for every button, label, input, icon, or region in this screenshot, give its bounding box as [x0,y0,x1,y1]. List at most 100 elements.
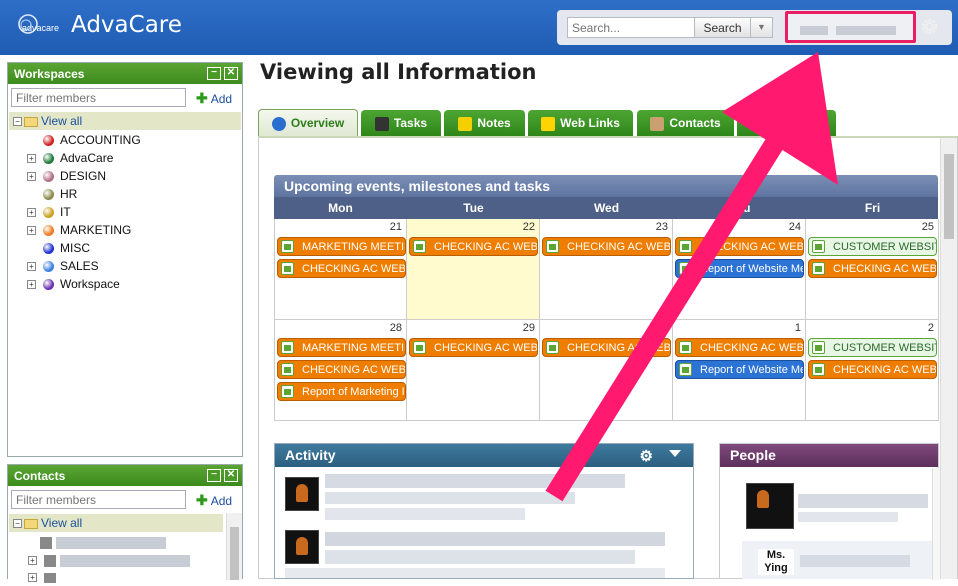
expand-icon[interactable]: + [28,573,37,583]
chevron-down-icon[interactable] [669,450,681,457]
task-icon [679,363,692,376]
workspace-item[interactable]: + Workspace [27,277,120,293]
calendar-day-cell[interactable]: 29 CHECKING AC WEBS [407,320,540,421]
workspaces-view-all[interactable]: − View all [9,112,241,130]
contact-item[interactable] [40,535,166,551]
expand-icon[interactable]: + [27,154,36,164]
contacts-scrollbar[interactable] [226,513,242,580]
avatar[interactable] [285,477,319,511]
workspace-item[interactable]: + MARKETING [27,223,131,239]
avatar[interactable] [746,483,794,529]
expand-icon[interactable]: + [28,556,37,566]
calendar-day-header: Wed [593,201,620,215]
minimize-icon[interactable]: − [207,67,221,80]
calendar-event[interactable]: CHECKING AC WEBS [675,237,804,256]
activity-settings-gear-icon[interactable]: ⚙ [640,447,653,465]
calendar-date-number: 22 [522,221,535,233]
workspace-item[interactable]: + SALES [27,259,99,275]
workspaces-title: Workspaces [14,67,85,81]
calendar-event[interactable]: CHECKING AC WEBS [542,338,671,357]
workspace-item[interactable]: + DESIGN [27,169,106,185]
contacts-view-all[interactable]: − View all [9,514,223,532]
workspace-item[interactable]: + IT [27,205,71,221]
calendar-day-cell[interactable]: 24 CHECKING AC WEBS Report of Website Me [673,219,806,320]
calendar-event[interactable]: CHECKING AC WEBS [808,259,937,278]
calendar-event[interactable]: MARKETING MEETIN [277,338,406,357]
tab-contacts[interactable]: Contacts [637,110,734,136]
workspace-item[interactable]: + AdvaCare [27,151,113,167]
calendar-event[interactable]: Report of Website Me [675,259,804,278]
avatar[interactable] [285,530,319,564]
activity-title: Activity [285,447,336,463]
contact-item[interactable]: + [28,570,56,586]
close-icon[interactable]: ✕ [224,67,238,80]
workspace-color-icon [43,153,54,165]
workspace-item[interactable]: MISC [43,241,90,257]
workspaces-header: Workspaces − ✕ [8,63,242,84]
expand-icon[interactable]: + [27,262,36,272]
task-icon [281,385,294,398]
calendar-event[interactable]: CHECKING AC WEBS [808,360,937,379]
workspace-item[interactable]: HR [43,187,77,203]
scroll-thumb[interactable] [230,527,239,580]
search-options-dropdown[interactable]: ▼ [750,17,773,38]
workspaces-filter-input[interactable] [11,88,186,107]
people-scrollbar[interactable] [932,468,940,580]
expand-icon[interactable]: + [27,208,36,218]
calendar-event[interactable]: Report of Marketing I [277,382,406,401]
expand-icon[interactable]: + [27,280,36,290]
calendar-event[interactable]: CHECKING AC WEBS [277,259,406,278]
user-name-blur [800,26,828,35]
calendar-day-cell[interactable]: 22 CHECKING AC WEBS [407,219,540,320]
close-icon[interactable]: ✕ [224,469,238,482]
contact-name-blur [56,536,166,549]
content-scrollbar[interactable] [940,138,957,579]
calendar-event[interactable]: Report of Website Me [675,360,804,379]
user-menu[interactable] [785,11,916,43]
search-button[interactable]: Search [694,17,751,38]
calendar-title: Upcoming events, milestones and tasks [274,175,938,197]
tab-notes[interactable]: Notes [444,110,525,136]
calendar-day-cell[interactable]: 23 CHECKING AC WEBS [540,219,673,320]
search-input[interactable] [567,17,695,38]
tab-overview[interactable]: Overview [258,109,358,137]
calendar-event[interactable]: CUSTOMER WEBSITE [808,338,937,357]
contact-item[interactable]: + [28,553,190,569]
tab-label: Notes [477,116,511,130]
calendar-event-label: CUSTOMER WEBSITE [833,342,937,354]
calendar-event[interactable]: CHECKING AC WEBS [675,338,804,357]
calendar-event[interactable]: CHECKING AC WEBS [542,237,671,256]
task-icon [679,240,692,253]
calendar-event[interactable]: CHECKING AC WEBS [409,338,538,357]
person-card[interactable]: Ms. Ying [742,541,938,579]
tab-web-links[interactable]: Web Links [528,110,633,136]
contacts-add-button[interactable]: ✚ Add [196,492,232,509]
expand-icon[interactable]: + [27,226,36,236]
calendar-day-cell[interactable]: 2 CUSTOMER WEBSITE CHECKING AC WEBS [806,320,939,421]
settings-gear-icon[interactable] [920,17,939,36]
workspace-label: DESIGN [60,169,107,183]
scroll-thumb[interactable] [944,154,954,239]
workspaces-add-button[interactable]: ✚ Add [196,90,232,107]
calendar-event[interactable]: CUSTOMER WEBSITE [808,237,937,256]
expand-icon[interactable]: + [27,172,36,182]
calendar-day-cell[interactable]: 30 CHECKING AC WEBS [540,320,673,421]
calendar-day-cell[interactable]: 25 CUSTOMER WEBSITE CHECKING AC WEBS [806,219,939,320]
tab-dar[interactable]: dar [737,110,836,136]
tab-tasks[interactable]: Tasks [361,110,441,136]
calendar-event[interactable]: MARKETING MEETIN [277,237,406,256]
calendar-event[interactable]: CHECKING AC WEBS [277,360,406,379]
calendar-day-cell[interactable]: 21 MARKETING MEETIN CHECKING AC WEBS [274,219,407,320]
calendar-day-header: Mon [328,201,353,215]
task-icon [281,341,294,354]
contacts-filter-input[interactable] [11,490,186,509]
calendar-event[interactable]: CHECKING AC WEBS [409,237,538,256]
calendar-day-cell[interactable]: 1 CHECKING AC WEBS Report of Website Me [673,320,806,421]
calendar-day-cell[interactable]: 28 MARKETING MEETIN CHECKING AC WEBS Report… [274,320,407,421]
app-title: AdvaCare [71,12,182,38]
collapse-icon[interactable]: − [13,519,22,529]
workspace-item[interactable]: ACCOUNTING [43,133,141,149]
minimize-icon[interactable]: − [207,469,221,482]
collapse-icon[interactable]: − [13,117,22,127]
workspace-color-icon [43,261,54,273]
